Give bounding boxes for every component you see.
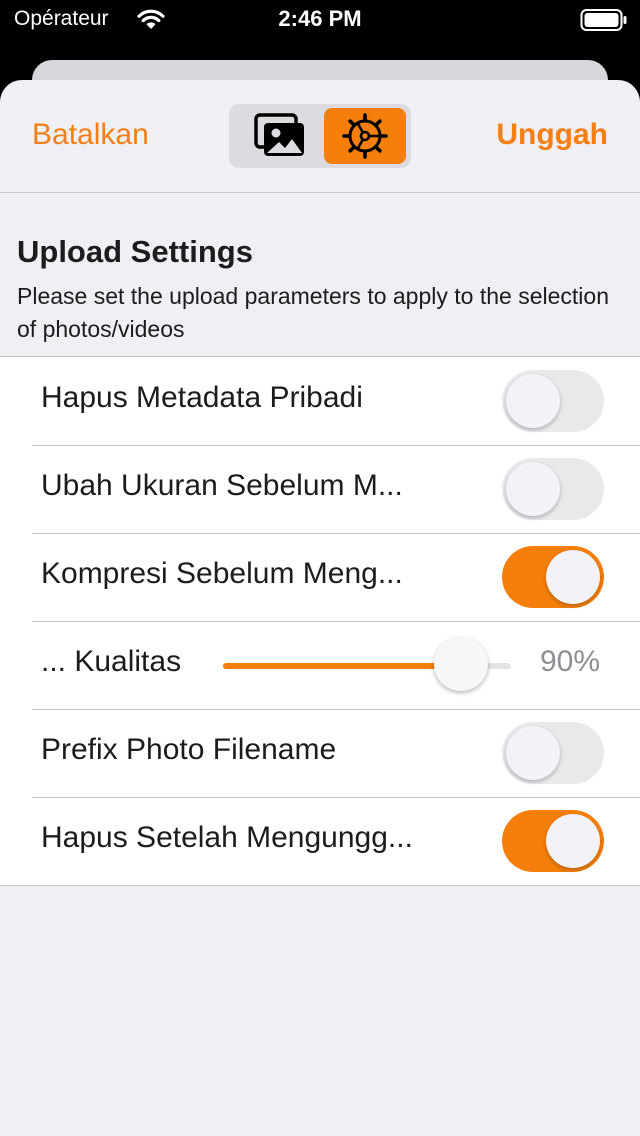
delete-after-toggle[interactable] [502,810,604,872]
compress-toggle[interactable] [502,546,604,608]
toggle-knob [506,374,560,428]
gear-icon [342,113,388,159]
setting-row-delete-after: Hapus Setelah Mengungg... [0,797,640,885]
section-description: Please set the upload parameters to appl… [17,283,609,342]
battery-icon [580,9,627,31]
strip-metadata-toggle[interactable] [502,370,604,432]
setting-row-quality: ... Kualitas 90% [0,621,640,709]
cancel-button[interactable]: Batalkan [32,118,149,152]
setting-row-compress: Kompresi Sebelum Meng... [0,533,640,621]
navigation-bar: Batalkan Unggah [0,80,640,193]
quality-slider-thumb[interactable] [433,637,488,691]
status-bar: Opérateur 2:46 PM [0,0,640,40]
setting-row-resize: Ubah Ukuran Sebelum M... [0,445,640,533]
segment-settings[interactable] [324,108,406,164]
quality-label: ... Kualitas [41,645,182,678]
prefix-filename-toggle[interactable] [502,722,604,784]
setting-row-strip-metadata: Hapus Metadata Pribadi [0,357,640,445]
toggle-knob [546,814,600,868]
resize-toggle[interactable] [502,458,604,520]
setting-row-prefix-filename: Prefix Photo Filename [0,709,640,797]
status-time: 2:46 PM [278,6,362,31]
delete-after-label: Hapus Setelah Mengungg... [41,821,413,854]
photos-icon [254,113,304,156]
compress-label: Kompresi Sebelum Meng... [41,557,403,590]
quality-slider-fill [223,663,461,669]
resize-label: Ubah Ukuran Sebelum M... [41,469,403,502]
toggle-knob [506,726,560,780]
segment-photos[interactable] [239,108,321,164]
toggle-knob [546,550,600,604]
upload-button[interactable]: Unggah [496,118,608,152]
section-title: Upload Settings [17,234,253,269]
view-segmented-control[interactable] [229,104,411,168]
quality-value: 90% [539,645,600,678]
strip-metadata-label: Hapus Metadata Pribadi [41,381,363,414]
upload-sheet: Batalkan Unggah Upload Settings Please s… [0,80,640,1136]
settings-list: Hapus Metadata Pribadi Ubah Ukuran Sebel… [0,356,640,886]
toggle-knob [506,462,560,516]
prefix-filename-label: Prefix Photo Filename [41,733,337,766]
